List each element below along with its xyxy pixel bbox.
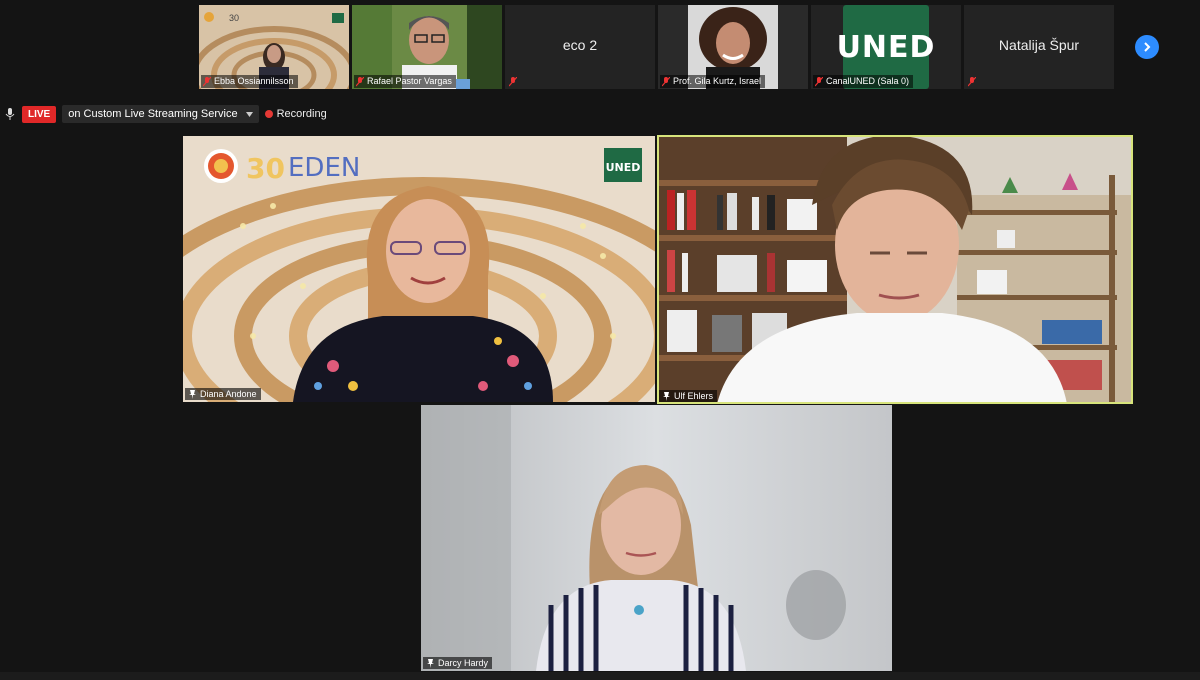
record-dot-icon — [264, 110, 273, 118]
participant-name: Prof. Gila Kurtz, Israel — [673, 76, 762, 86]
mic-muted-icon — [203, 76, 211, 87]
live-badge[interactable]: LIVE — [22, 105, 57, 123]
filmstrip-tile-1[interactable]: 30 Ebba Ossiannilsson — [199, 5, 349, 89]
mic-icon[interactable] — [4, 107, 16, 121]
participant-name-bar: Ebba Ossiannilsson — [201, 75, 298, 88]
participant-name-bar — [507, 75, 521, 88]
mic-muted-icon — [815, 76, 823, 87]
participant-label: Diana Andone — [185, 388, 261, 400]
participant-name: Rafael Pastor Vargas — [367, 76, 452, 86]
participant-name: eco 2 — [562, 37, 598, 53]
recording-indicator[interactable]: Recording — [264, 108, 327, 120]
participant-name-bar: Rafael Pastor Vargas — [354, 75, 456, 88]
pin-icon — [427, 658, 434, 668]
svg-text:30: 30 — [229, 13, 239, 23]
participant-name-bar — [966, 75, 980, 88]
mic-muted-icon — [509, 76, 517, 87]
pin-icon — [663, 391, 670, 401]
participant-name: Ebba Ossiannilsson — [214, 76, 294, 86]
recording-label: Recording — [276, 108, 327, 120]
caret-down-icon — [245, 111, 253, 117]
participant-name: Ulf Ehlers — [674, 391, 714, 401]
video-tile-diana[interactable]: 30 EDEN UNED Diana Andone — [183, 136, 655, 402]
participant-label: Darcy Hardy — [423, 657, 493, 669]
filmstrip-tile-6[interactable]: Natalija Špur — [964, 5, 1114, 89]
filmstrip-tile-3[interactable]: eco 2 — [505, 5, 655, 89]
live-status-bar: LIVE on Custom Live Streaming Service Re… — [4, 104, 327, 124]
stream-service-dropdown[interactable]: on Custom Live Streaming Service — [62, 105, 259, 123]
participant-name: Diana Andone — [200, 389, 257, 399]
next-page-button[interactable] — [1135, 35, 1159, 59]
filmstrip-tile-4[interactable]: Prof. Gila Kurtz, Israel — [658, 5, 808, 89]
participant-name: Darcy Hardy — [438, 658, 489, 668]
svg-text:UNED: UNED — [606, 161, 641, 174]
participant-video — [421, 405, 892, 671]
meeting-toolbar[interactable] — [0, 672, 1200, 680]
participant-name-bar: CanalUNED (Sala 0) — [813, 75, 914, 88]
pin-icon — [189, 389, 196, 399]
participant-name: CanalUNED (Sala 0) — [826, 76, 910, 86]
svg-text:EDEN: EDEN — [288, 153, 360, 183]
filmstrip-tile-5[interactable]: UNED CanalUNED (Sala 0) — [811, 5, 961, 89]
chevron-right-icon — [1144, 42, 1151, 52]
mic-muted-icon — [662, 76, 670, 87]
mic-muted-icon — [968, 76, 976, 87]
participant-video — [657, 135, 1133, 404]
participant-name: Natalija Špur — [998, 37, 1080, 53]
svg-text:30: 30 — [246, 152, 285, 185]
stream-service-label: on Custom Live Streaming Service — [68, 108, 238, 120]
filmstrip-tile-2[interactable]: Rafael Pastor Vargas — [352, 5, 502, 89]
participant-video: 30 EDEN UNED — [183, 136, 655, 402]
mic-muted-icon — [356, 76, 364, 87]
participant-name-bar: Prof. Gila Kurtz, Israel — [660, 75, 766, 88]
video-tile-darcy[interactable]: Darcy Hardy — [421, 405, 892, 671]
video-tile-ulf[interactable]: Ulf Ehlers — [657, 135, 1133, 404]
participant-label: Ulf Ehlers — [659, 390, 718, 402]
